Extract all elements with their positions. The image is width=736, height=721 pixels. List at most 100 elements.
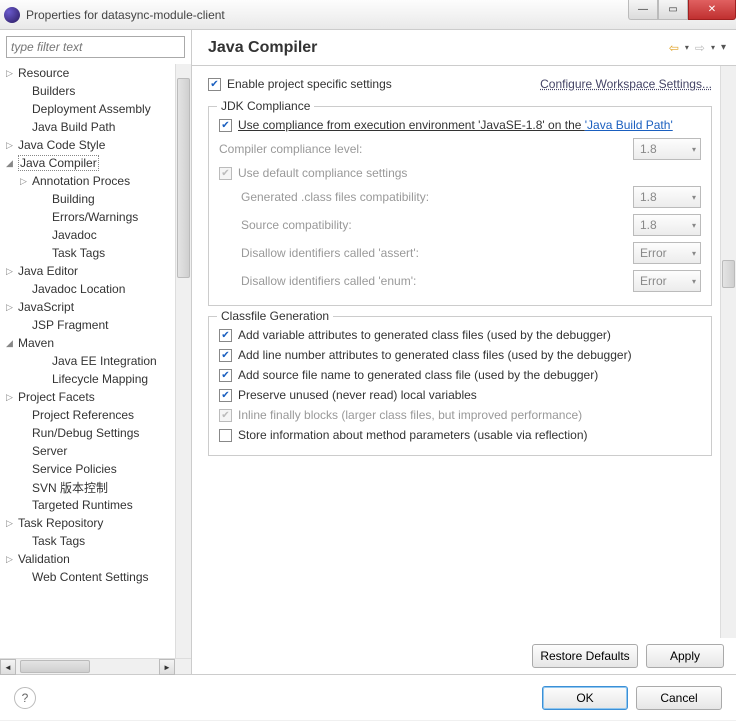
window-close-button[interactable]: ✕: [688, 0, 736, 20]
nav-item-label: Javadoc: [52, 228, 97, 242]
page-nav-arrows: ⇦ ▾ ⇨ ▾ ▾: [669, 41, 726, 55]
nav-item[interactable]: ◢Maven: [0, 334, 175, 352]
enable-project-specific-checkbox[interactable]: Enable project specific settings: [208, 74, 392, 94]
nav-item-label: Annotation Proces: [32, 174, 130, 188]
nav-item[interactable]: Targeted Runtimes: [0, 496, 175, 514]
configure-workspace-settings-link[interactable]: Configure Workspace Settings...: [540, 77, 712, 91]
nav-item[interactable]: Builders: [0, 82, 175, 100]
source-compat-label: Source compatibility:: [241, 218, 352, 232]
checkbox-icon: [219, 409, 232, 422]
nav-item-label: Building: [52, 192, 95, 206]
nav-item-label: Errors/Warnings: [52, 210, 138, 224]
classfile-generation-legend: Classfile Generation: [217, 309, 333, 323]
nav-item[interactable]: JSP Fragment: [0, 316, 175, 334]
nav-item[interactable]: Javadoc: [0, 226, 175, 244]
window-titlebar: Properties for datasync-module-client — …: [0, 0, 736, 30]
nav-item[interactable]: ◢Java Compiler: [0, 154, 175, 172]
nav-item-label: SVN 版本控制: [32, 479, 108, 496]
ok-button[interactable]: OK: [542, 686, 628, 710]
nav-item[interactable]: Building: [0, 190, 175, 208]
use-default-compliance-checkbox[interactable]: Use default compliance settings: [219, 163, 701, 183]
nav-item[interactable]: Service Policies: [0, 460, 175, 478]
nav-back-icon[interactable]: ⇦: [669, 41, 679, 55]
nav-item[interactable]: ▷Java Code Style: [0, 136, 175, 154]
java-build-path-link[interactable]: 'Java Build Path': [585, 118, 673, 132]
nav-item[interactable]: ▷Task Repository: [0, 514, 175, 532]
disallow-enum-select[interactable]: Error▾: [633, 270, 701, 292]
nav-item[interactable]: Run/Debug Settings: [0, 424, 175, 442]
nav-item[interactable]: ▷JavaScript: [0, 298, 175, 316]
main-panel: Java Compiler ⇦ ▾ ⇨ ▾ ▾ Enable project s…: [192, 30, 736, 674]
nav-item[interactable]: ▷Annotation Proces: [0, 172, 175, 190]
nav-item[interactable]: Errors/Warnings: [0, 208, 175, 226]
nav-item-label: Run/Debug Settings: [32, 426, 139, 440]
nav-item[interactable]: Lifecycle Mapping: [0, 370, 175, 388]
compliance-level-label: Compiler compliance level:: [219, 142, 362, 156]
nav-item[interactable]: Web Content Settings: [0, 568, 175, 586]
inline-finally-blocks-checkbox[interactable]: Inline finally blocks (larger class file…: [219, 405, 701, 425]
classfile-generation-group: Classfile Generation Add variable attrib…: [208, 316, 712, 456]
nav-item[interactable]: SVN 版本控制: [0, 478, 175, 496]
disallow-assert-select[interactable]: Error▾: [633, 242, 701, 264]
add-source-filename-checkbox[interactable]: Add source file name to generated class …: [219, 365, 701, 385]
nav-item[interactable]: Task Tags: [0, 532, 175, 550]
nav-item-label: Project Facets: [18, 390, 95, 404]
main-scrollbar-vertical[interactable]: [720, 66, 736, 638]
nav-item[interactable]: Deployment Assembly: [0, 100, 175, 118]
tree-twisty-icon: ▷: [6, 518, 18, 529]
chevron-down-icon: ▾: [692, 145, 696, 154]
checkbox-icon: [219, 119, 232, 132]
nav-item[interactable]: ▷Validation: [0, 550, 175, 568]
nav-scrollbar-vertical[interactable]: [175, 64, 191, 658]
nav-tree[interactable]: ▷ResourceBuildersDeployment AssemblyJava…: [0, 64, 191, 658]
eclipse-icon: [4, 7, 20, 23]
compliance-level-select[interactable]: 1.8▾: [633, 138, 701, 160]
add-line-numbers-checkbox[interactable]: Add line number attributes to generated …: [219, 345, 701, 365]
nav-item-label: Server: [32, 444, 67, 458]
jdk-compliance-legend: JDK Compliance: [217, 99, 314, 113]
apply-button[interactable]: Apply: [646, 644, 724, 668]
nav-forward-menu-icon[interactable]: ▾: [711, 43, 715, 52]
nav-item[interactable]: ▷Resource: [0, 64, 175, 82]
disallow-assert-label: Disallow identifiers called 'assert':: [241, 246, 419, 260]
store-method-parameters-checkbox[interactable]: Store information about method parameter…: [219, 425, 701, 445]
enable-project-specific-label: Enable project specific settings: [227, 77, 392, 91]
nav-item[interactable]: ▷Java Editor: [0, 262, 175, 280]
nav-item[interactable]: Task Tags: [0, 244, 175, 262]
restore-defaults-button[interactable]: Restore Defaults: [532, 644, 638, 668]
nav-back-menu-icon[interactable]: ▾: [685, 43, 689, 52]
nav-scrollbar-horizontal[interactable]: ◄ ►: [0, 658, 191, 674]
tree-twisty-icon: ◢: [6, 158, 18, 169]
nav-item[interactable]: Java EE Integration: [0, 352, 175, 370]
disallow-enum-label: Disallow identifiers called 'enum':: [241, 274, 416, 288]
checkbox-icon: [219, 429, 232, 442]
nav-item-label: Java Editor: [18, 264, 78, 278]
nav-item-label: Lifecycle Mapping: [52, 372, 148, 386]
add-variable-attributes-checkbox[interactable]: Add variable attributes to generated cla…: [219, 325, 701, 345]
tree-twisty-icon: ▷: [6, 302, 18, 313]
nav-item[interactable]: Java Build Path: [0, 118, 175, 136]
preserve-unused-locals-checkbox[interactable]: Preserve unused (never read) local varia…: [219, 385, 701, 405]
nav-item-label: Task Tags: [32, 534, 85, 548]
view-menu-icon[interactable]: ▾: [721, 42, 726, 53]
generated-class-compat-select[interactable]: 1.8▾: [633, 186, 701, 208]
window-maximize-button[interactable]: ▭: [658, 0, 688, 20]
filter-input[interactable]: [6, 36, 185, 58]
nav-item[interactable]: Server: [0, 442, 175, 460]
use-execution-env-checkbox[interactable]: Use compliance from execution environmen…: [219, 115, 701, 135]
source-compat-select[interactable]: 1.8▾: [633, 214, 701, 236]
jdk-compliance-group: JDK Compliance Use compliance from execu…: [208, 106, 712, 306]
nav-forward-icon[interactable]: ⇨: [695, 41, 705, 55]
nav-item[interactable]: Javadoc Location: [0, 280, 175, 298]
nav-item[interactable]: Project References: [0, 406, 175, 424]
nav-item-label: Java Compiler: [18, 155, 99, 171]
cancel-button[interactable]: Cancel: [636, 686, 722, 710]
nav-item[interactable]: ▷Project Facets: [0, 388, 175, 406]
help-button[interactable]: ?: [14, 687, 36, 709]
window-minimize-button[interactable]: —: [628, 0, 658, 20]
nav-item-label: Web Content Settings: [32, 570, 149, 584]
tree-twisty-icon: ▷: [6, 68, 18, 79]
tree-twisty-icon: ▷: [6, 140, 18, 151]
checkbox-icon: [219, 349, 232, 362]
checkbox-icon: [219, 389, 232, 402]
